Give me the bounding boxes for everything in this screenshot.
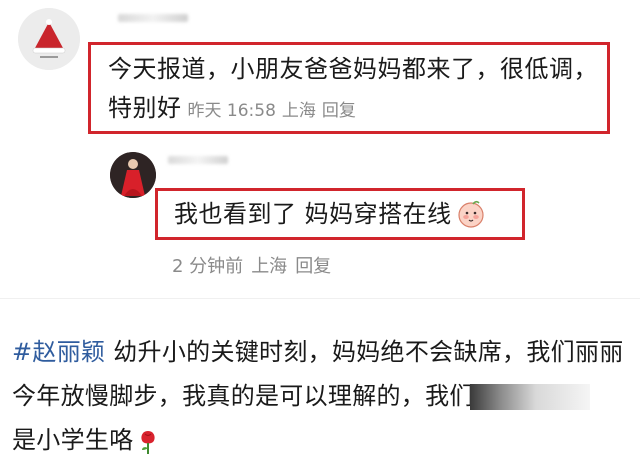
reply-avatar[interactable] [110, 152, 156, 198]
comment-time: 昨天 16:58 [187, 101, 276, 121]
reply-text: 我也看到了 妈妈穿搭在线 [174, 200, 452, 228]
comment-meta: 昨天 16:58 上海 回复 [188, 101, 362, 121]
reply-meta: 2 分钟前 上海 回复 [172, 252, 331, 278]
post-caption: #赵丽颖 幼升小的关键时刻，妈妈绝不会缺席，我们丽丽今年放慢脚步，我真的是可以理… [12, 330, 634, 462]
reply-location: 上海 [251, 256, 288, 277]
comment-body: 今天报道，小朋友爸爸妈妈都来了，很低调，特别好 昨天 16:58 上海 回复 [108, 50, 603, 131]
red-dress-avatar-icon [110, 152, 156, 198]
reply-body: 我也看到了 妈妈穿搭在线 [174, 196, 486, 232]
reply-name-blurred [168, 156, 228, 164]
commenter-name-blurred [118, 14, 188, 22]
comment-reply-button[interactable]: 回复 [322, 101, 356, 121]
reply-time: 2 分钟前 [172, 256, 244, 277]
divider [0, 298, 640, 299]
comment-location: 上海 [281, 101, 316, 121]
mosaic-redaction [469, 384, 590, 410]
hashtag-link[interactable]: #赵丽颖 [12, 338, 105, 366]
rose-emoji-icon [140, 431, 155, 454]
santa-hat-avatar-icon [18, 8, 80, 70]
commenter-avatar[interactable] [18, 8, 80, 70]
reply-reply-button[interactable]: 回复 [295, 252, 331, 278]
blushing-peach-emoji-icon [458, 200, 484, 228]
post-text-part2: 是小学生咯 [12, 426, 134, 454]
